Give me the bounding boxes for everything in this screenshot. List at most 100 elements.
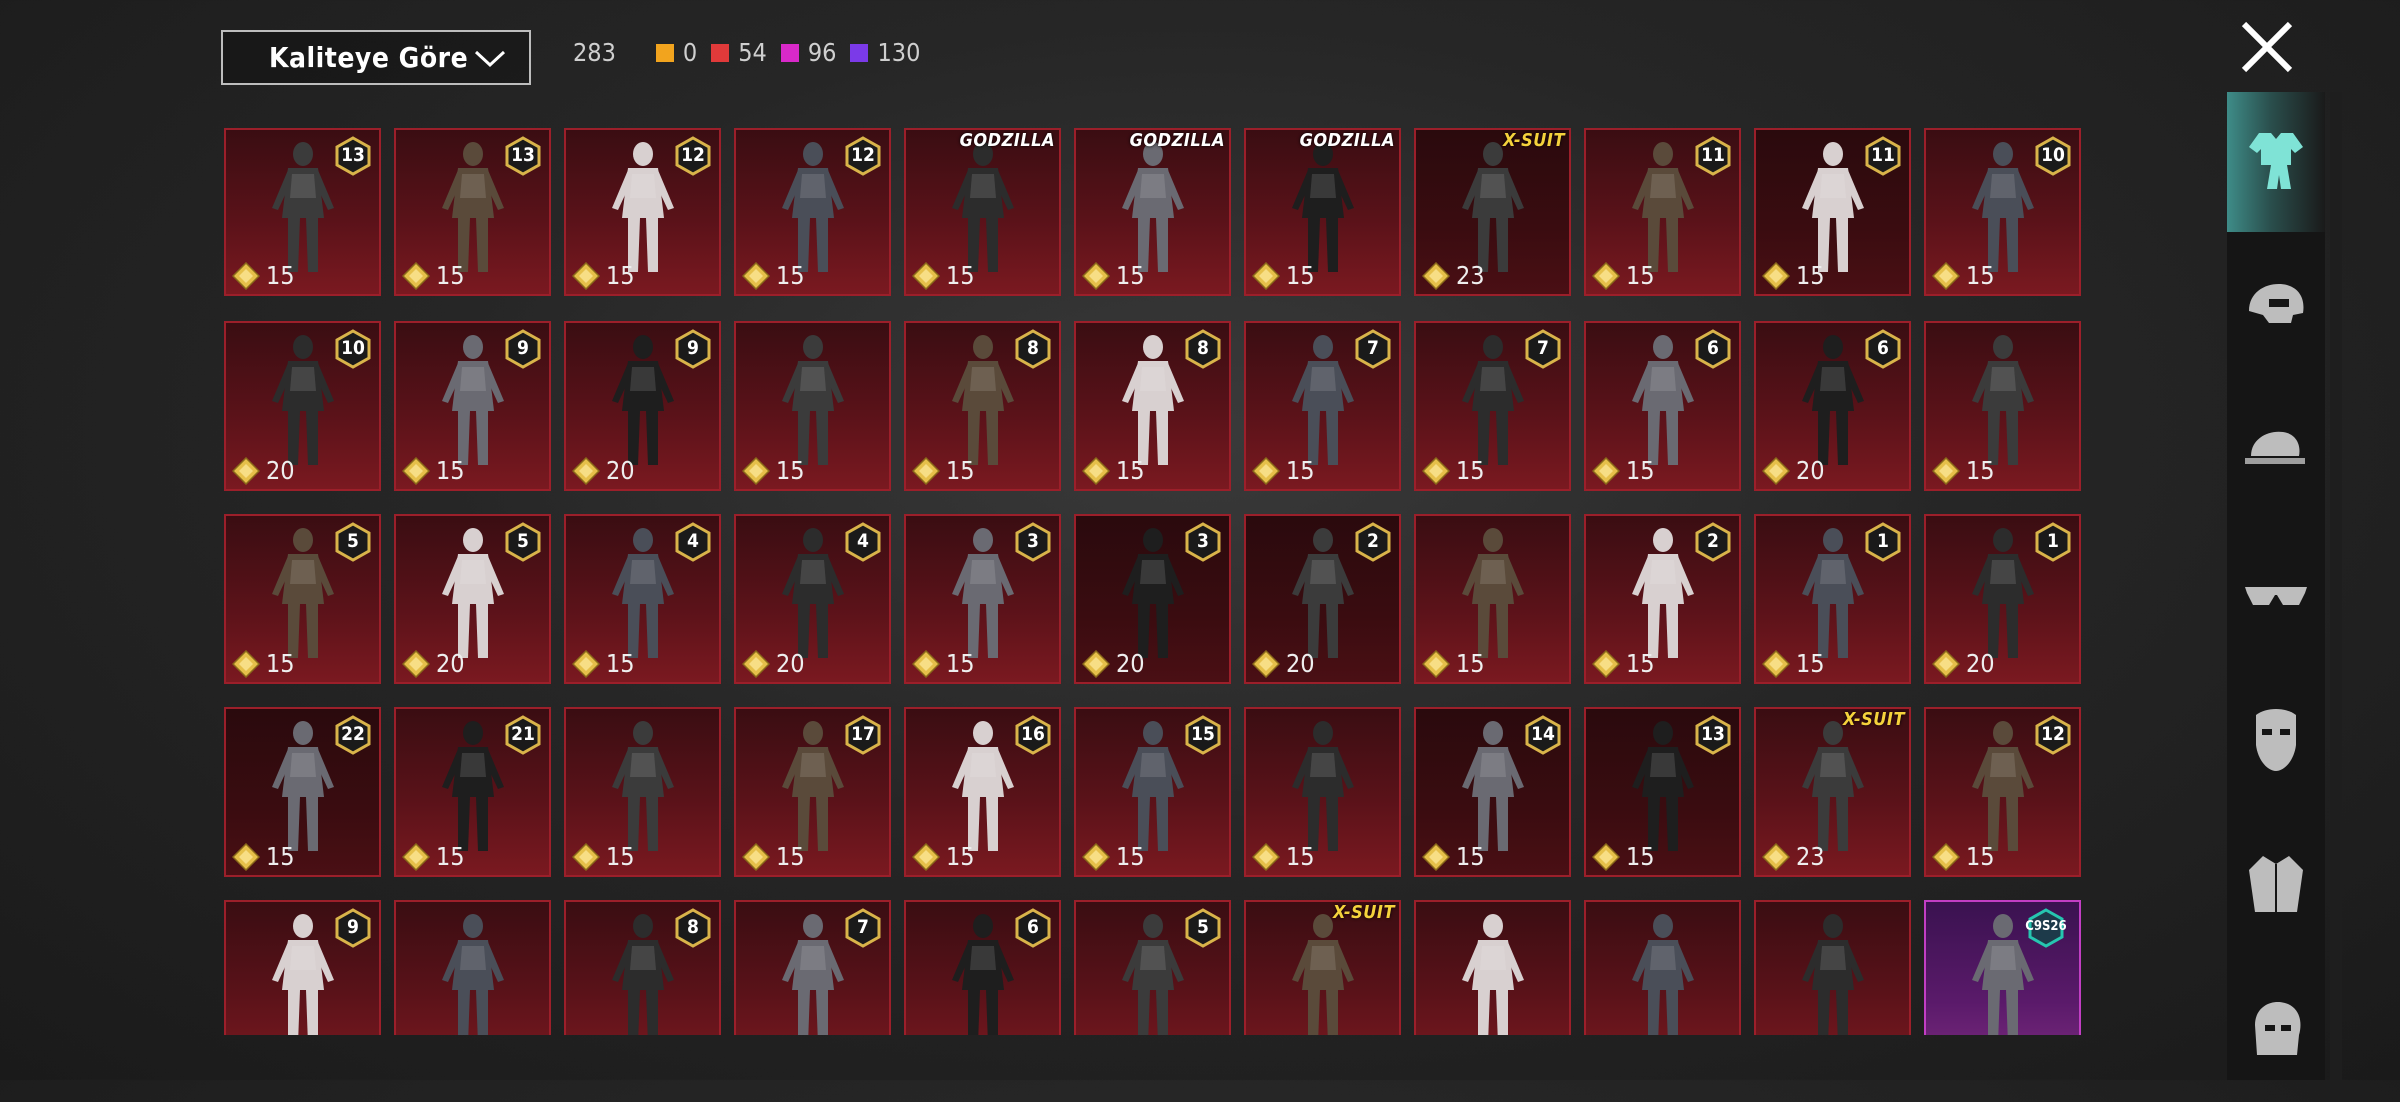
- outfit-card[interactable]: X-SUIT 23: [1414, 128, 1571, 296]
- outfit-card[interactable]: 1 15: [1754, 514, 1911, 684]
- category-sidebar: [2227, 92, 2325, 1080]
- outfit-card[interactable]: GODZILLA 15: [904, 128, 1061, 296]
- upgrade-cost-value: 15: [1966, 261, 1995, 290]
- close-icon[interactable]: [2238, 18, 2296, 76]
- outfit-card[interactable]: 12 15: [564, 128, 721, 296]
- outfit-card[interactable]: C9S26: [1924, 900, 2081, 1035]
- level-badge: 6: [1865, 329, 1901, 369]
- upgrade-cost: 15: [912, 456, 975, 485]
- outfit-card[interactable]: 6: [904, 900, 1061, 1035]
- upgrade-cost-value: 15: [1456, 842, 1485, 871]
- upgrade-cost: 15: [742, 261, 805, 290]
- level-badge: 3: [1185, 522, 1221, 562]
- outfit-card[interactable]: 2 15: [1584, 514, 1741, 684]
- outfit-figure-icon: [1291, 914, 1354, 1035]
- inventory-grid: 13 15 13 15 12 15 12 15 GODZILLA 15 GODZILLA 15 GODZ…: [224, 128, 2084, 1035]
- upgrade-cost-value: 20: [1286, 649, 1315, 678]
- outfit-card[interactable]: X-SUIT 23: [1754, 707, 1911, 877]
- material-diamond-icon: [1252, 649, 1280, 678]
- category-jacket[interactable]: [2227, 817, 2325, 957]
- outfit-card[interactable]: 11 15: [1584, 128, 1741, 296]
- category-outfit[interactable]: [2227, 92, 2325, 232]
- outfit-card[interactable]: [1584, 900, 1741, 1035]
- outfit-card[interactable]: 7: [734, 900, 891, 1035]
- sidebar-scrollbar[interactable]: [2330, 92, 2342, 1080]
- outfit-card[interactable]: 12 15: [734, 128, 891, 296]
- upgrade-cost-value: 23: [1456, 261, 1485, 290]
- outfit-card[interactable]: 5: [1074, 900, 1231, 1035]
- outfit-card[interactable]: 13 15: [394, 128, 551, 296]
- outfit-card[interactable]: 15: [1414, 514, 1571, 684]
- collab-tag: GODZILLA: [959, 130, 1055, 151]
- upgrade-cost-value: 15: [946, 456, 975, 485]
- sort-dropdown[interactable]: Kaliteye Göre: [221, 30, 531, 85]
- outfit-card[interactable]: 5 20: [394, 514, 551, 684]
- outfit-card[interactable]: [1414, 900, 1571, 1035]
- outfit-card[interactable]: 21 15: [394, 707, 551, 877]
- outfit-card[interactable]: 9: [224, 900, 381, 1035]
- outfit-card[interactable]: 5 15: [224, 514, 381, 684]
- outfit-card[interactable]: 15: [564, 707, 721, 877]
- outfit-card[interactable]: 11 15: [1754, 128, 1911, 296]
- category-mask[interactable]: [2227, 672, 2325, 812]
- outfit-card[interactable]: 12 15: [1924, 707, 2081, 877]
- level-badge-value: 5: [517, 530, 529, 552]
- material-diamond-icon: [1252, 842, 1280, 871]
- outfit-card[interactable]: 15: [734, 321, 891, 491]
- sort-dropdown-label: Kaliteye Göre: [269, 41, 469, 74]
- outfit-card[interactable]: 22 15: [224, 707, 381, 877]
- material-diamond-icon: [402, 261, 430, 290]
- category-cap[interactable]: [2227, 382, 2325, 522]
- level-badge: 7: [1355, 329, 1391, 369]
- outfit-card[interactable]: 3 15: [904, 514, 1061, 684]
- outfit-card[interactable]: 7 15: [1414, 321, 1571, 491]
- material-diamond-icon: [572, 261, 600, 290]
- outfit-card[interactable]: 4 20: [734, 514, 891, 684]
- outfit-card[interactable]: 17 15: [734, 707, 891, 877]
- outfit-card[interactable]: 9 15: [394, 321, 551, 491]
- outfit-card[interactable]: 6 15: [1584, 321, 1741, 491]
- level-badge-value: 12: [681, 144, 705, 166]
- outfit-card[interactable]: 3 20: [1074, 514, 1231, 684]
- outfit-card[interactable]: 13 15: [224, 128, 381, 296]
- upgrade-cost: 23: [1762, 842, 1825, 871]
- upgrade-cost-value: 15: [946, 261, 975, 290]
- outfit-card[interactable]: 8: [564, 900, 721, 1035]
- outfit-card[interactable]: GODZILLA 15: [1074, 128, 1231, 296]
- level-badge: 2: [1695, 522, 1731, 562]
- outfit-card[interactable]: 8 15: [904, 321, 1061, 491]
- outfit-card[interactable]: [394, 900, 551, 1035]
- outfit-figure-icon: [271, 142, 334, 272]
- helmet-icon: [2241, 275, 2311, 339]
- outfit-card[interactable]: 4 15: [564, 514, 721, 684]
- upgrade-cost-value: 15: [266, 649, 295, 678]
- category-glasses[interactable]: [2227, 527, 2325, 667]
- outfit-card[interactable]: 15: [1924, 321, 2081, 491]
- outfit-card[interactable]: 8 15: [1074, 321, 1231, 491]
- category-helmet[interactable]: [2227, 237, 2325, 377]
- outfit-card[interactable]: 13 15: [1584, 707, 1741, 877]
- outfit-figure-icon: [1121, 142, 1184, 272]
- outfit-card[interactable]: 10 15: [1924, 128, 2081, 296]
- outfit-card[interactable]: X-SUIT: [1244, 900, 1401, 1035]
- level-badge-value: 3: [1027, 530, 1039, 552]
- outfit-card[interactable]: 2 20: [1244, 514, 1401, 684]
- outfit-card[interactable]: 16 15: [904, 707, 1061, 877]
- material-diamond-icon: [912, 456, 940, 485]
- upgrade-cost-value: 20: [776, 649, 805, 678]
- outfit-card[interactable]: 15 15: [1074, 707, 1231, 877]
- outfit-card[interactable]: 9 20: [564, 321, 721, 491]
- outfit-card[interactable]: GODZILLA 15: [1244, 128, 1401, 296]
- outfit-card[interactable]: 6 20: [1754, 321, 1911, 491]
- upgrade-cost-value: 15: [436, 261, 465, 290]
- material-diamond-icon: [1592, 261, 1620, 290]
- outfit-card[interactable]: 10 20: [224, 321, 381, 491]
- outfit-card[interactable]: 1 20: [1924, 514, 2081, 684]
- outfit-figure-icon: [951, 335, 1014, 465]
- outfit-card[interactable]: 7 15: [1244, 321, 1401, 491]
- upgrade-cost-value: 15: [1626, 842, 1655, 871]
- outfit-card[interactable]: 14 15: [1414, 707, 1571, 877]
- outfit-card[interactable]: [1754, 900, 1911, 1035]
- category-head[interactable]: [2227, 962, 2325, 1102]
- outfit-card[interactable]: 15: [1244, 707, 1401, 877]
